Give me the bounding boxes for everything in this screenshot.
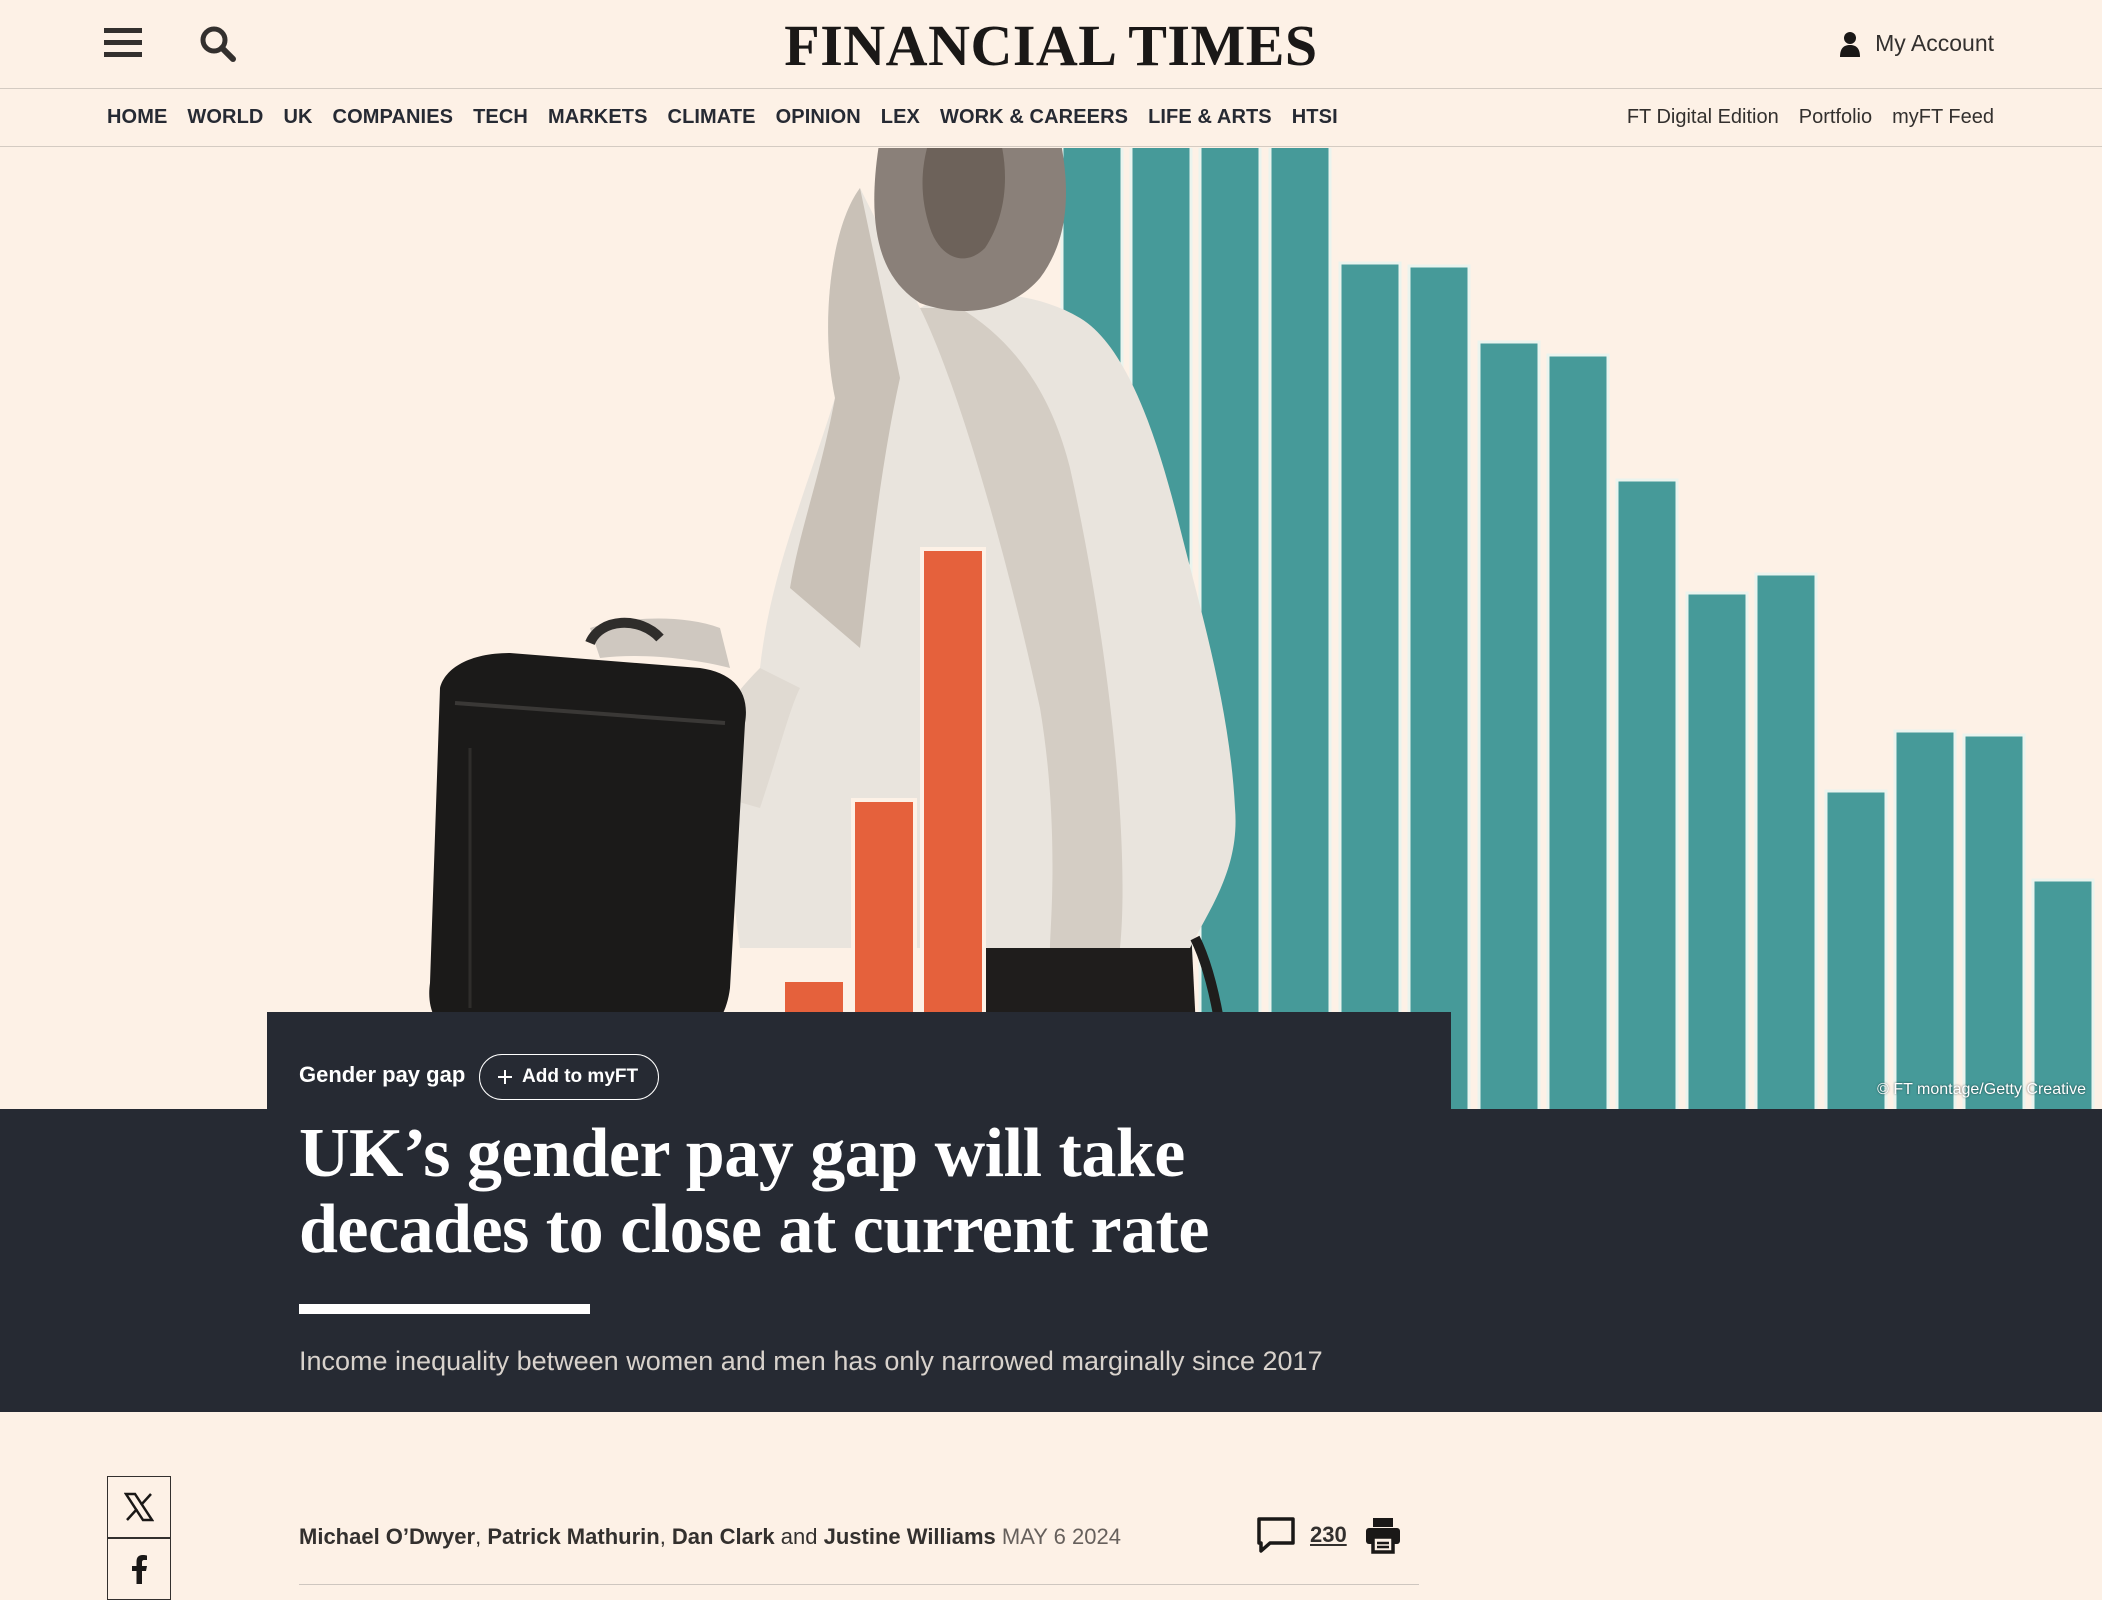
nav-item-htsi[interactable]: HTSI: [1292, 106, 1338, 129]
nav-item-markets[interactable]: MARKETS: [548, 106, 648, 129]
share-facebook-button[interactable]: [107, 1538, 171, 1600]
author-link[interactable]: Patrick Mathurin: [487, 1524, 659, 1549]
author-link[interactable]: Dan Clark: [672, 1524, 775, 1549]
nav-item-digital-edition[interactable]: FT Digital Edition: [1627, 106, 1779, 129]
main-navigation: HOME WORLD UK COMPANIES TECH MARKETS CLI…: [0, 89, 2102, 147]
site-header: FINANCIAL TIMES My Account: [0, 0, 2102, 89]
my-account-link[interactable]: My Account: [1839, 30, 1994, 57]
image-credit: © FT montage/Getty Creative: [1877, 1081, 2086, 1098]
tools-nav: FT Digital Edition Portfolio myFT Feed: [1627, 106, 1994, 129]
my-account-label: My Account: [1875, 30, 1994, 56]
author-link[interactable]: Michael O’Dwyer: [299, 1524, 475, 1549]
nav-item-lex[interactable]: LEX: [881, 106, 920, 129]
user-icon: [1840, 31, 1861, 57]
share-x-button[interactable]: [107, 1476, 171, 1538]
headline-line-2: decades to close at current rate: [299, 1191, 1209, 1268]
plus-icon: [498, 1070, 512, 1084]
comment-count: 230: [1310, 1522, 1347, 1547]
nav-item-myft-feed[interactable]: myFT Feed: [1892, 106, 1994, 129]
nav-item-work-careers[interactable]: WORK & CAREERS: [940, 106, 1128, 129]
hamburger-icon[interactable]: [104, 28, 142, 58]
hero-illustration: [0, 148, 2102, 1109]
nav-item-portfolio[interactable]: Portfolio: [1799, 106, 1872, 129]
author-link[interactable]: Justine Williams: [824, 1524, 996, 1549]
nav-item-world[interactable]: WORLD: [187, 106, 263, 129]
headline-line-1: UK’s gender pay gap will take: [299, 1115, 1185, 1192]
nav-item-tech[interactable]: TECH: [473, 106, 528, 129]
byline-divider: [299, 1584, 1419, 1585]
print-icon: [1366, 1518, 1400, 1554]
section-nav: HOME WORLD UK COMPANIES TECH MARKETS CLI…: [107, 106, 1338, 129]
comments-link[interactable]: 230: [1256, 1516, 1347, 1554]
topic-panel: [267, 1012, 1451, 1109]
hero-image: © FT montage/Getty Creative: [0, 148, 2102, 1109]
publish-date: MAY 6 2024: [1001, 1524, 1121, 1549]
nav-item-home[interactable]: HOME: [107, 106, 167, 129]
nav-item-life-arts[interactable]: LIFE & ARTS: [1148, 106, 1272, 129]
x-icon: [124, 1492, 154, 1522]
topic-link[interactable]: Gender pay gap: [299, 1062, 465, 1088]
nav-item-companies[interactable]: COMPANIES: [333, 106, 454, 129]
search-icon[interactable]: [198, 24, 238, 64]
standfirst: Income inequality between women and men …: [299, 1346, 1323, 1376]
comment-icon: [1257, 1517, 1295, 1553]
headline-rule: [299, 1304, 590, 1314]
facebook-icon: [132, 1555, 147, 1584]
nav-item-climate[interactable]: CLIMATE: [668, 106, 756, 129]
add-to-myft-label: Add to myFT: [522, 1066, 639, 1087]
byline: Michael O’Dwyer, Patrick Mathurin, Dan C…: [299, 1524, 1121, 1549]
print-button[interactable]: [1364, 1516, 1402, 1559]
add-to-myft-button[interactable]: Add to myFT: [479, 1054, 660, 1100]
nav-item-uk[interactable]: UK: [283, 106, 312, 129]
article-headline: UK’s gender pay gap will take decades to…: [299, 1116, 1299, 1268]
masthead-logo[interactable]: FINANCIAL TIMES: [784, 13, 1317, 78]
byline-joiner: and: [780, 1524, 818, 1549]
nav-item-opinion[interactable]: OPINION: [776, 106, 861, 129]
